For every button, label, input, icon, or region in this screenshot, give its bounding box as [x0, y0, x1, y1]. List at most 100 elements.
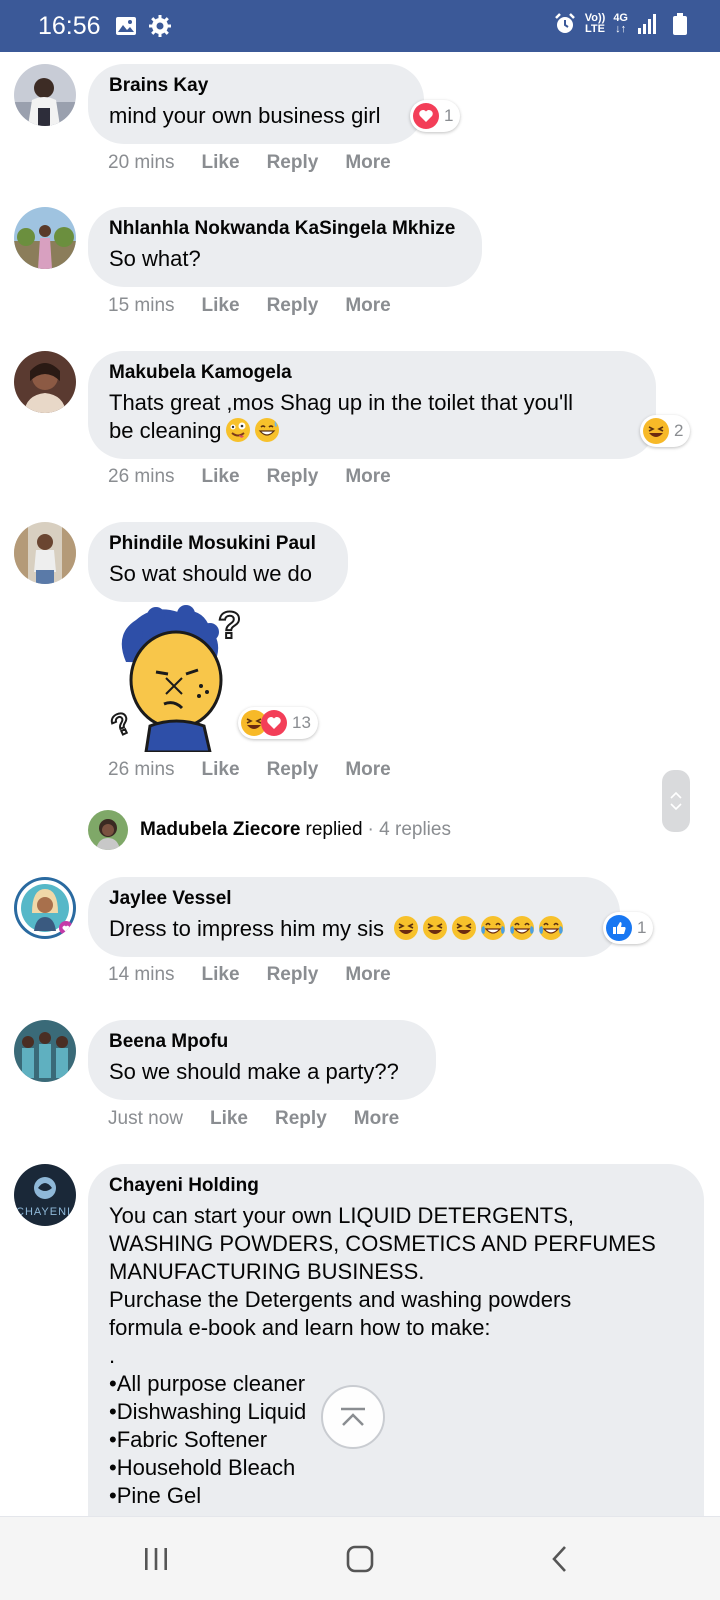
comment-bubble[interactable]: Beena Mpofu So we should make a party??: [88, 1020, 436, 1100]
avatar[interactable]: [14, 351, 76, 413]
settings-gear-icon: [149, 15, 171, 37]
tears-of-joy-emoji: [481, 916, 506, 940]
love-reaction-icon: [261, 710, 287, 736]
like-reaction-icon: [606, 915, 632, 941]
replied-label: replied: [305, 819, 363, 840]
comment-author[interactable]: Jaylee Vessel: [109, 887, 600, 911]
comment-actions: 15 mins Like Reply More: [108, 295, 391, 317]
comments-feed[interactable]: Brains Kay mind your own business girl 1…: [0, 52, 720, 1516]
avatar[interactable]: [14, 1020, 76, 1082]
reply-button[interactable]: Reply: [267, 759, 319, 781]
reaction-count: 1: [637, 918, 647, 937]
reaction-summary[interactable]: 1: [603, 912, 654, 944]
comment-actions: 20 mins Like Reply More: [108, 152, 391, 174]
comment-bubble[interactable]: Makubela Kamogela Thats great ,mos Shag …: [88, 351, 656, 459]
like-button[interactable]: Like: [202, 759, 240, 781]
reply-button[interactable]: Reply: [267, 466, 319, 488]
tears-of-joy-emoji: [510, 916, 535, 940]
fast-scroll-handle[interactable]: [662, 770, 690, 832]
more-button[interactable]: More: [345, 295, 390, 317]
more-button[interactable]: More: [345, 964, 390, 986]
tears-of-joy-emoji: [539, 916, 564, 940]
reply-button[interactable]: Reply: [267, 152, 319, 174]
back-button[interactable]: [540, 1539, 580, 1579]
grinning-sweat-emoji: [254, 418, 279, 442]
status-time: 16:56: [38, 12, 101, 40]
comment-author[interactable]: Beena Mpofu: [109, 1030, 416, 1054]
scroll-to-top-button[interactable]: [321, 1385, 385, 1449]
comment-actions: 26 mins Like Reply More: [108, 759, 391, 781]
comment-text: So what?: [109, 246, 201, 271]
chevron-down-icon: [670, 803, 682, 811]
chevron-up-icon: [670, 791, 682, 799]
comment-text-content: Thats great ,mos Shag up in the toilet t…: [109, 390, 574, 443]
reaction-count: 13: [292, 713, 311, 732]
alarm-icon: [554, 13, 575, 33]
gallery-icon: [116, 17, 136, 35]
reply-button[interactable]: Reply: [275, 1108, 327, 1130]
comment-bubble[interactable]: Jaylee Vessel Dress to impress him my si…: [88, 877, 620, 957]
avatar[interactable]: [14, 522, 76, 584]
comment-timestamp: 14 mins: [108, 964, 175, 985]
like-button[interactable]: Like: [210, 1108, 248, 1130]
comment-text: Thats great ,mos Shag up in the toilet t…: [109, 389, 636, 445]
like-button[interactable]: Like: [202, 295, 240, 317]
comment-author[interactable]: Chayeni Holding: [109, 1174, 684, 1198]
reaction-summary[interactable]: 2: [640, 415, 691, 447]
comment-author[interactable]: Nhlanhla Nokwanda KaSingela Mkhize: [109, 217, 462, 241]
status-bar: 16:56 Vo)) LTE 4G ↓↑: [0, 0, 720, 52]
avatar[interactable]: [14, 64, 76, 126]
comment-text: So we should make a party??: [109, 1059, 399, 1084]
recent-apps-icon: [145, 1548, 167, 1570]
comment-bubble[interactable]: Brains Kay mind your own business girl: [88, 64, 424, 144]
comment-timestamp: 26 mins: [108, 466, 175, 487]
comment-timestamp: Just now: [108, 1108, 183, 1129]
like-button[interactable]: Like: [202, 466, 240, 488]
avatar[interactable]: CHAYENI: [14, 1164, 76, 1226]
more-button[interactable]: More: [345, 759, 390, 781]
comment-timestamp: 26 mins: [108, 759, 175, 780]
svg-text:?: ?: [106, 706, 137, 744]
love-reaction-icon: [413, 103, 439, 129]
avatar[interactable]: [14, 877, 76, 939]
view-replies-link[interactable]: Madubela Ziecore replied · 4 replies: [88, 810, 451, 850]
zany-face-emoji: [225, 418, 250, 442]
status-left-icons: [114, 14, 172, 38]
svg-text:CHAYENI: CHAYENI: [16, 1206, 71, 1218]
comment-text: You can start your own LIQUID DETERGENTS…: [109, 1203, 656, 1508]
comment-bubble[interactable]: Phindile Mosukini Paul So wat should we …: [88, 522, 348, 602]
comment-author[interactable]: Makubela Kamogela: [109, 361, 636, 385]
back-icon: [552, 1546, 566, 1572]
avatar[interactable]: [14, 207, 76, 269]
signal-icon: [638, 14, 656, 34]
comment-author[interactable]: Phindile Mosukini Paul: [109, 532, 328, 556]
home-button[interactable]: [340, 1539, 380, 1579]
more-button[interactable]: More: [354, 1108, 399, 1130]
comment-text-content: Dress to impress him my sis: [109, 916, 385, 941]
laughing-emoji: [452, 916, 477, 940]
svg-text:?: ?: [218, 605, 241, 647]
thinking-character-sticker[interactable]: ? ?: [105, 604, 256, 754]
comment-text: mind your own business girl: [109, 103, 381, 128]
recent-apps-button[interactable]: [136, 1539, 176, 1579]
like-button[interactable]: Like: [202, 964, 240, 986]
reply-button[interactable]: Reply: [267, 295, 319, 317]
reaction-summary[interactable]: 13: [238, 707, 318, 739]
comment-text: Dress to impress him my sis: [109, 915, 600, 943]
comment-timestamp: 20 mins: [108, 152, 175, 173]
like-button[interactable]: Like: [202, 152, 240, 174]
more-button[interactable]: More: [345, 152, 390, 174]
comment-timestamp: 15 mins: [108, 295, 175, 316]
comment-author[interactable]: Brains Kay: [109, 74, 404, 98]
comment-actions: 26 mins Like Reply More: [108, 466, 391, 488]
reaction-summary[interactable]: 1: [410, 100, 461, 132]
haha-reaction-icon: [643, 418, 669, 444]
reply-button[interactable]: Reply: [267, 964, 319, 986]
more-button[interactable]: More: [345, 466, 390, 488]
comment-text: So wat should we do: [109, 561, 313, 586]
comment-bubble[interactable]: Nhlanhla Nokwanda KaSingela Mkhize So wh…: [88, 207, 482, 287]
comment-bubble[interactable]: Chayeni Holding You can start your own L…: [88, 1164, 704, 1516]
volte-icon: Vo)) LTE: [584, 12, 606, 35]
replies-count: · 4 replies: [367, 819, 451, 840]
comment-actions: Just now Like Reply More: [108, 1108, 399, 1130]
